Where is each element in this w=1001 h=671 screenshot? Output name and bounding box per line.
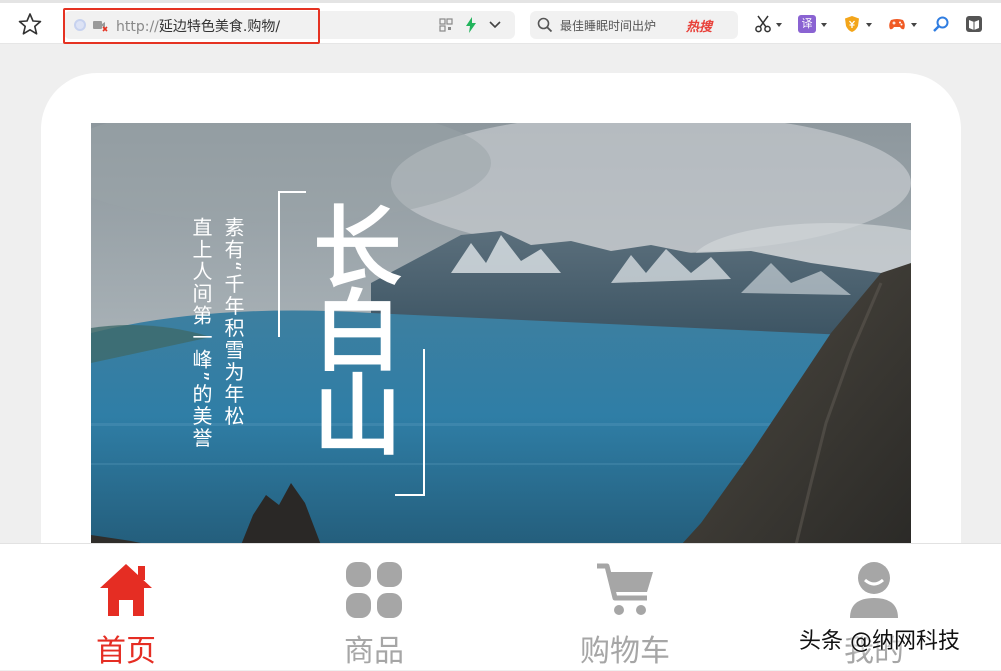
search-icon[interactable] [537, 17, 553, 33]
browser-toolbar: http://延边特色美食.购物/ 最佳睡眠时间出炉 热搜 译 [0, 0, 1001, 44]
watermark-text: 头条 @纳网科技 [799, 629, 960, 654]
tab-cart[interactable]: 购物车 [550, 544, 700, 671]
tab-home-label: 首页 [96, 634, 156, 669]
tab-products-label: 商品 [344, 634, 404, 669]
translate-icon[interactable]: 译 [798, 15, 816, 33]
search-query: 最佳睡眠时间出炉 [560, 19, 657, 33]
shield-icon[interactable] [843, 15, 861, 33]
shield-caret-icon[interactable] [866, 23, 872, 27]
reader-icon[interactable] [965, 15, 983, 33]
address-highlight-box [63, 8, 320, 44]
home-icon [100, 564, 152, 616]
gamepad-caret-icon[interactable] [911, 23, 917, 27]
cart-icon [597, 563, 653, 615]
tab-home[interactable]: 首页 [51, 544, 201, 671]
hero-banner[interactable]: 长白山 素有“千年积雪为年松 直上人间第一峰”的美誉 [91, 123, 911, 545]
user-icon [850, 562, 898, 618]
scissors-caret-icon[interactable] [776, 23, 782, 27]
tab-products[interactable]: 商品 [299, 544, 449, 671]
tab-cart-label: 购物车 [580, 634, 670, 669]
hot-search-label[interactable]: 热搜 [686, 16, 712, 35]
scissors-icon[interactable] [754, 15, 772, 33]
hero-tagline-line2: 直上人间第一峰”的美誉 [189, 217, 213, 450]
lightning-icon[interactable] [464, 17, 478, 33]
grid-icon [346, 562, 402, 618]
zoom-search-icon[interactable] [932, 15, 950, 33]
chevron-down-icon[interactable] [487, 17, 503, 33]
qr-code-icon[interactable] [439, 18, 453, 32]
bookmark-star-icon[interactable] [17, 11, 43, 37]
search-box[interactable]: 最佳睡眠时间出炉 热搜 [530, 11, 738, 39]
lake-landscape-image [91, 123, 911, 545]
hero-title: 长白山 [299, 201, 403, 453]
translate-caret-icon[interactable] [821, 23, 827, 27]
hero-tagline-line1: 素有“千年积雪为年松 [221, 217, 245, 428]
gamepad-icon[interactable] [888, 15, 906, 33]
